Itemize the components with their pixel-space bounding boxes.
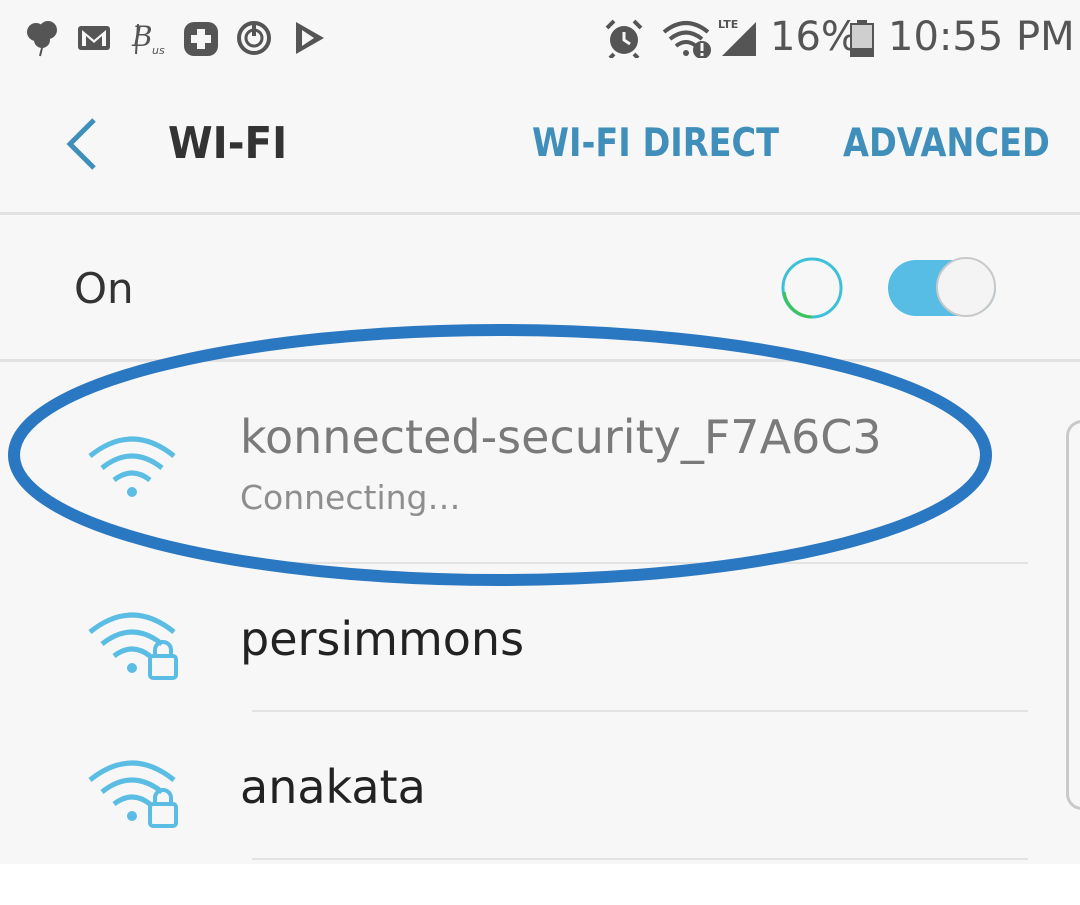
network-item[interactable]: persimmons <box>0 564 1080 710</box>
svg-text:LTE: LTE <box>718 18 738 31</box>
gmail-icon <box>76 18 112 58</box>
network-status: Connecting… <box>240 478 461 517</box>
wifi-direct-button[interactable]: WI-FI DIRECT <box>532 121 779 166</box>
toggle-divider <box>0 359 1080 362</box>
network-item[interactable]: anakata <box>0 712 1080 858</box>
clock: 10:55 PM <box>888 14 1075 60</box>
back-button[interactable] <box>58 112 114 176</box>
scroll-indicator <box>1066 420 1080 810</box>
wifi-secured-icon <box>86 604 182 684</box>
toggle-knob <box>936 257 996 317</box>
network-name: persimmons <box>240 612 525 666</box>
health-plus-icon <box>182 18 218 58</box>
scanning-spinner-icon <box>780 256 844 320</box>
alarm-icon <box>604 18 644 60</box>
sync-target-icon <box>236 18 272 58</box>
status-bar: Bus LTE 16% 10:55 PM <box>0 0 1080 78</box>
appbar-divider <box>0 212 1080 215</box>
row-divider <box>252 858 1028 860</box>
wifi-signal-icon <box>86 428 182 508</box>
balloons-icon <box>24 18 60 58</box>
svg-text:us: us <box>152 44 165 57</box>
svg-text:B: B <box>131 20 153 53</box>
network-item[interactable]: konnected-security_F7A6C3 Connecting… <box>0 380 1080 560</box>
bottom-edge <box>0 864 1080 905</box>
page-title: WI-FI <box>168 118 288 169</box>
wifi-toggle-label: On <box>74 264 134 313</box>
wifi-alert-icon <box>662 18 714 59</box>
battery-icon <box>848 18 876 58</box>
wifi-toggle-switch[interactable] <box>888 256 1000 320</box>
chevron-left-icon <box>58 118 114 180</box>
network-name: konnected-security_F7A6C3 <box>240 410 882 464</box>
bitcoin-us-icon: Bus <box>130 18 166 58</box>
wifi-secured-icon <box>86 752 182 832</box>
network-name: anakata <box>240 760 426 814</box>
lte-signal-icon: LTE <box>716 18 758 58</box>
advanced-button[interactable]: ADVANCED <box>843 121 1050 166</box>
battery-percentage: 16% <box>770 14 859 60</box>
play-store-icon <box>292 18 328 58</box>
